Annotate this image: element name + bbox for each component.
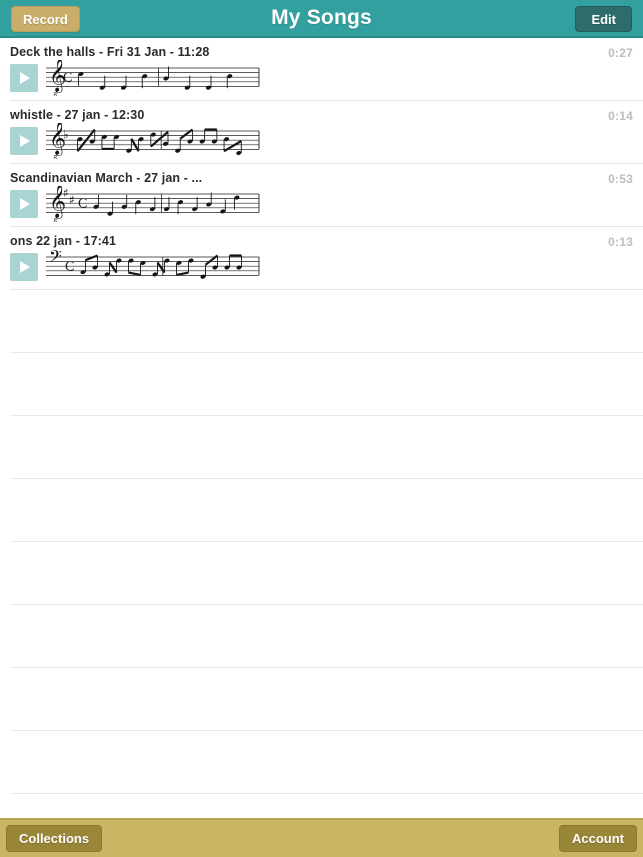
- song-title: Scandinavian March - 27 jan - ...: [10, 171, 203, 185]
- song-title: Deck the halls - Fri 31 Jan - 11:28: [10, 45, 210, 59]
- account-button[interactable]: Account: [559, 825, 637, 852]
- play-triangle-icon: [20, 261, 30, 273]
- play-triangle-icon: [20, 198, 30, 210]
- play-triangle-icon: [20, 72, 30, 84]
- music-staff-preview: 𝄞 8 C: [44, 60, 264, 96]
- song-duration: 0:14: [608, 109, 633, 123]
- empty-list-row: [10, 353, 643, 416]
- svg-text:8: 8: [54, 156, 58, 160]
- song-duration: 0:53: [608, 172, 633, 186]
- svg-text:C: C: [65, 260, 74, 275]
- svg-text:8: 8: [54, 93, 58, 97]
- page-title: My Songs: [271, 6, 372, 29]
- play-button[interactable]: [10, 190, 38, 218]
- app-header: Record My Songs Edit: [0, 0, 643, 38]
- svg-text:♯: ♯: [63, 186, 69, 200]
- song-title: ons 22 jan - 17:41: [10, 234, 117, 248]
- svg-text:♯: ♯: [69, 193, 75, 207]
- music-staff-preview: 𝄢 C: [44, 249, 264, 285]
- music-staff-preview: 𝄞 8 ♭: [44, 123, 264, 159]
- play-button[interactable]: [10, 127, 38, 155]
- app-root: Record My Songs Edit Deck the halls - Fr…: [0, 0, 643, 857]
- bottom-toolbar: Collections Account: [0, 818, 643, 857]
- song-row[interactable]: Deck the halls - Fri 31 Jan - 11:28 0:27 𝄞…: [10, 38, 643, 101]
- song-title: whistle - 27 jan - 12:30: [10, 108, 145, 122]
- account-button-label: Account: [572, 831, 624, 846]
- collections-button-label: Collections: [19, 831, 90, 846]
- svg-text:8: 8: [54, 219, 58, 223]
- record-button-label: Record: [23, 11, 68, 27]
- play-button[interactable]: [10, 253, 38, 281]
- empty-list-row: [10, 731, 643, 794]
- edit-button[interactable]: Edit: [575, 6, 632, 32]
- empty-list-row: [10, 290, 643, 353]
- empty-list-row: [10, 416, 643, 479]
- play-triangle-icon: [20, 135, 30, 147]
- empty-list-row: [10, 605, 643, 668]
- song-row[interactable]: ons 22 jan - 17:41 0:13 𝄢 C: [10, 227, 643, 290]
- empty-list-row: [10, 668, 643, 731]
- edit-button-label: Edit: [591, 11, 616, 27]
- empty-list-row: [10, 479, 643, 542]
- song-duration: 0:27: [608, 46, 633, 60]
- record-button[interactable]: Record: [11, 6, 80, 32]
- svg-text:♭: ♭: [63, 128, 69, 142]
- empty-list-row: [10, 794, 643, 818]
- song-duration: 0:13: [608, 235, 633, 249]
- svg-text:C: C: [78, 197, 87, 212]
- svg-text:𝄢: 𝄢: [49, 249, 62, 270]
- song-row[interactable]: Scandinavian March - 27 jan - ... 0:53 𝄞 8 ♯…: [10, 164, 643, 227]
- play-button[interactable]: [10, 64, 38, 92]
- music-staff-preview: 𝄞 8 ♯ ♯ C: [44, 186, 264, 222]
- svg-text:C: C: [63, 71, 72, 86]
- collections-button[interactable]: Collections: [6, 825, 103, 852]
- song-row[interactable]: whistle - 27 jan - 12:30 0:14 𝄞 8 ♭: [10, 101, 643, 164]
- song-list[interactable]: Deck the halls - Fri 31 Jan - 11:28 0:27 𝄞…: [0, 38, 643, 818]
- empty-list-row: [10, 542, 643, 605]
